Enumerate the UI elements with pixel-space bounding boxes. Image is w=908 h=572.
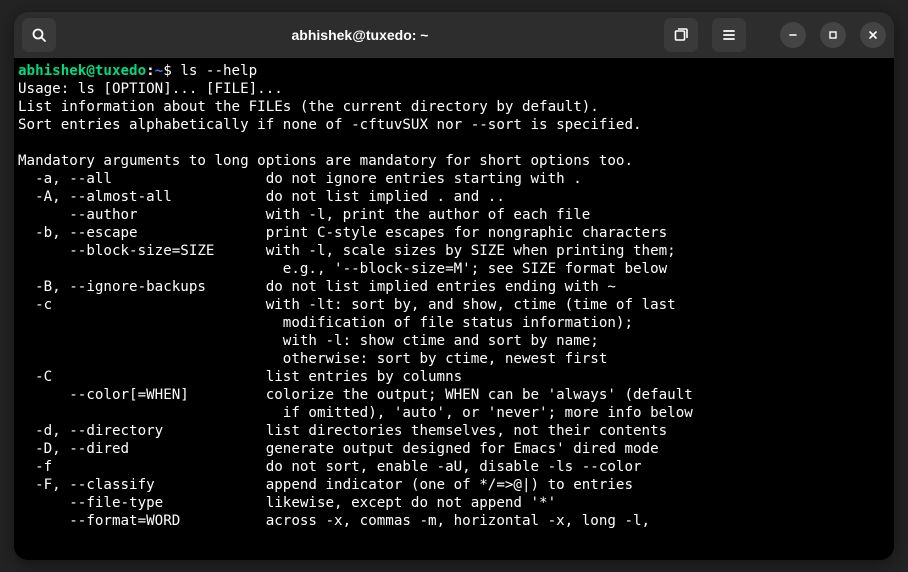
- output-line: -f do not sort, enable -aU, disable -ls …: [18, 459, 642, 475]
- typed-command: ls --help: [180, 63, 257, 79]
- new-tab-button[interactable]: [664, 18, 698, 52]
- output-line: Sort entries alphabetically if none of -…: [18, 117, 642, 133]
- output-line: --color[=WHEN] colorize the output; WHEN…: [18, 387, 693, 403]
- output-line: -B, --ignore-backups do not list implied…: [18, 279, 616, 295]
- prompt-symbol: $: [163, 63, 172, 79]
- prompt-path: ~: [155, 63, 164, 79]
- output-line: -D, --dired generate output designed for…: [18, 441, 659, 457]
- search-button[interactable]: [22, 18, 56, 52]
- minimize-button[interactable]: [780, 22, 806, 48]
- terminal-window: abhishek@tuxedo: ~: [14, 12, 894, 560]
- titlebar-right: [664, 18, 886, 52]
- prompt-colon: :: [146, 63, 155, 79]
- output-line: e.g., '--block-size=M'; see SIZE format …: [18, 261, 667, 277]
- maximize-button[interactable]: [820, 22, 846, 48]
- output-line: --file-type likewise, except do not appe…: [18, 495, 556, 511]
- prompt-user-host: abhishek@tuxedo: [18, 63, 146, 79]
- new-tab-icon: [673, 27, 689, 43]
- search-icon: [31, 27, 47, 43]
- output-line: -d, --directory list directories themsel…: [18, 423, 667, 439]
- output-line: Mandatory arguments to long options are …: [18, 153, 633, 169]
- titlebar-left: [22, 18, 56, 52]
- close-button[interactable]: [860, 22, 886, 48]
- output-line: --format=WORD across -x, commas -m, hori…: [18, 513, 650, 529]
- close-icon: [868, 30, 878, 40]
- hamburger-icon: [721, 27, 737, 43]
- output-line: with -l: show ctime and sort by name;: [18, 333, 599, 349]
- output-line: --block-size=SIZE with -l, scale sizes b…: [18, 243, 676, 259]
- output-line: List information about the FILEs (the cu…: [18, 99, 599, 115]
- output-line: if omitted), 'auto', or 'never'; more in…: [18, 405, 693, 421]
- output-line: -b, --escape print C-style escapes for n…: [18, 225, 667, 241]
- window-title: abhishek@tuxedo: ~: [56, 27, 664, 43]
- output-line: modification of file status information)…: [18, 315, 633, 331]
- output-line: otherwise: sort by ctime, newest first: [18, 351, 607, 367]
- output-line: -a, --all do not ignore entries starting…: [18, 171, 582, 187]
- maximize-icon: [828, 30, 838, 40]
- titlebar: abhishek@tuxedo: ~: [14, 12, 894, 58]
- output-line: --author with -l, print the author of ea…: [18, 207, 590, 223]
- output-line: Usage: ls [OPTION]... [FILE]...: [18, 81, 283, 97]
- minimize-icon: [788, 30, 798, 40]
- output-line: -F, --classify append indicator (one of …: [18, 477, 633, 493]
- output-line: -A, --almost-all do not list implied . a…: [18, 189, 505, 205]
- output-line: -c with -lt: sort by, and show, ctime (t…: [18, 297, 676, 313]
- hamburger-menu-button[interactable]: [712, 18, 746, 52]
- output-line: -C list entries by columns: [18, 369, 462, 385]
- terminal-content[interactable]: abhishek@tuxedo:~$ ls --help Usage: ls […: [14, 58, 894, 560]
